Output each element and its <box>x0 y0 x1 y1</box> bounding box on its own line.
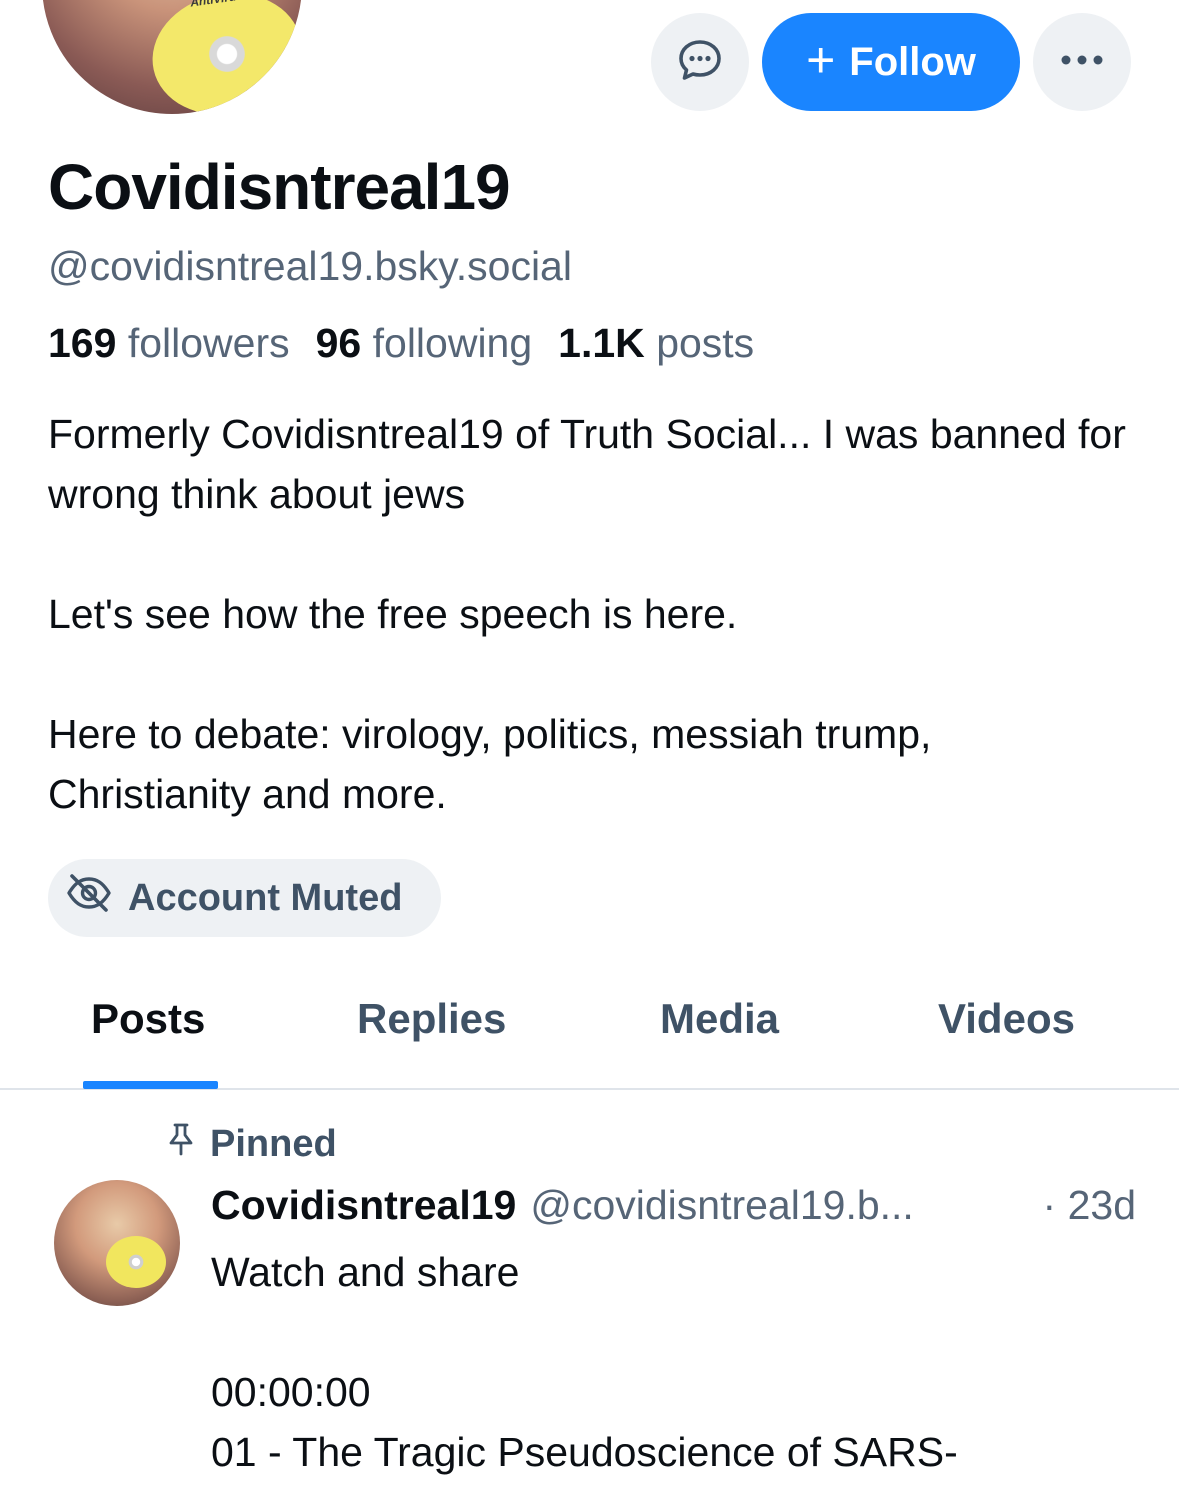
following-label: following <box>372 320 533 366</box>
active-tab-indicator <box>83 1081 218 1089</box>
profile-stats: 169 followers 96 following 1.1K posts <box>48 320 754 367</box>
account-muted-label: Account Muted <box>128 876 403 919</box>
eye-slash-icon <box>66 873 112 923</box>
following-stat[interactable]: 96 following <box>316 320 533 367</box>
post-author-avatar[interactable] <box>54 1180 180 1306</box>
ellipsis-icon <box>1060 53 1104 71</box>
follow-label: Follow <box>849 39 976 84</box>
profile-actions: + Follow <box>651 13 1131 111</box>
post-timestamp[interactable]: · 23d <box>1043 1182 1136 1229</box>
message-button[interactable] <box>651 13 749 111</box>
tab-videos[interactable]: Videos <box>938 995 1075 1043</box>
post-body[interactable]: Watch and share 00:00:00 01 - The Tragic… <box>211 1242 1151 1482</box>
profile-handle: @covidisntreal19.bsky.social <box>48 243 572 289</box>
posts-label: posts <box>656 320 755 366</box>
tab-posts[interactable]: Posts <box>91 995 205 1043</box>
followers-count: 169 <box>48 320 117 366</box>
followers-stat[interactable]: 169 followers <box>48 320 290 367</box>
tab-media[interactable]: Media <box>660 995 779 1043</box>
plus-icon: + <box>806 32 836 88</box>
account-muted-badge[interactable]: Account Muted <box>48 859 441 937</box>
post-author-name[interactable]: Covidisntreal19 <box>211 1182 516 1229</box>
pinned-label: Pinned <box>210 1122 337 1165</box>
follow-button[interactable]: + Follow <box>762 13 1020 111</box>
profile-bio: Formerly Covidisntreal19 of Truth Social… <box>48 411 1126 817</box>
followers-label: followers <box>127 320 290 366</box>
following-count: 96 <box>315 320 362 366</box>
profile-tabs: Posts Replies Media Videos <box>0 975 1179 1090</box>
avatar-cd-graphic <box>106 1236 166 1288</box>
posts-stat: 1.1K posts <box>558 320 754 367</box>
posts-count: 1.1K <box>558 320 645 366</box>
display-name: Covidisntreal19 <box>48 151 511 223</box>
chat-bubble-icon <box>676 36 724 89</box>
tab-replies[interactable]: Replies <box>357 995 506 1043</box>
profile-avatar[interactable]: AntiVirus <box>38 0 306 118</box>
more-options-button[interactable] <box>1033 13 1131 111</box>
pin-icon <box>166 1122 196 1166</box>
avatar-cd-graphic <box>141 0 302 114</box>
pinned-indicator: Pinned <box>166 1122 337 1166</box>
post-author-handle[interactable]: @covidisntreal19.b... <box>530 1182 913 1229</box>
post-header: Covidisntreal19 @covidisntreal19.b... · … <box>211 1182 1136 1229</box>
